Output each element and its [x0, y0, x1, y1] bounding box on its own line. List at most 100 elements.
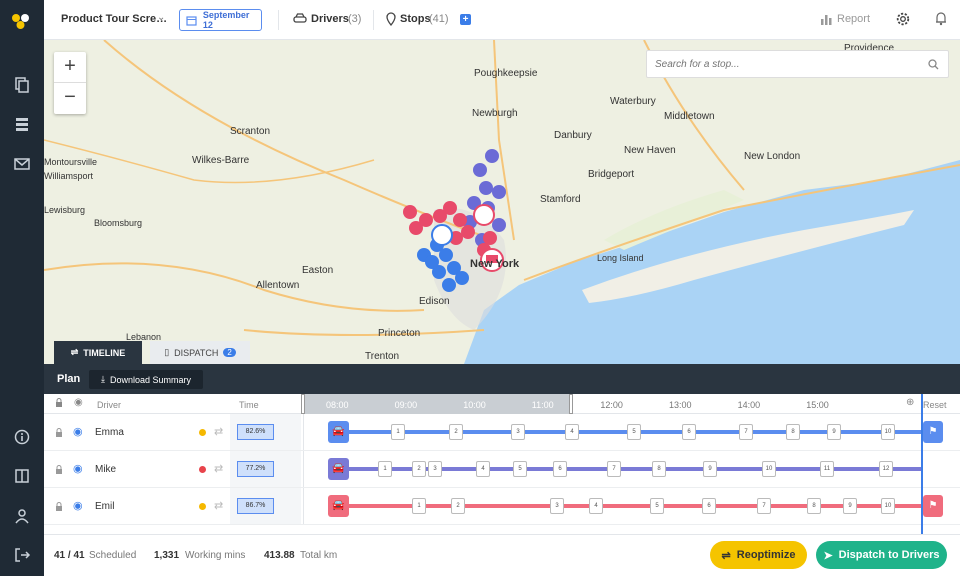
book-icon[interactable] — [13, 467, 31, 485]
eye-icon[interactable]: ◉ — [73, 499, 83, 512]
stack-icon[interactable] — [13, 115, 31, 133]
stop-box[interactable]: 9 — [843, 498, 857, 514]
utilization-badge: 86.7% — [237, 498, 274, 514]
lock-icon[interactable] — [55, 398, 63, 408]
reoptimize-button[interactable]: ⇌ Reoptimize — [710, 541, 807, 569]
sliders-icon: ⇌ — [721, 549, 731, 562]
send-icon: ➤ — [823, 549, 833, 562]
map[interactable]: Poughkeepsie Providence Scranton Newburg… — [44, 40, 960, 364]
scheduled-label: Scheduled — [89, 550, 137, 561]
driver-name: Emma — [95, 427, 124, 438]
top-bar: Product Tour Scre… ⌄ September 12 Driver… — [44, 0, 960, 40]
bell-icon[interactable] — [935, 11, 947, 26]
stop-box[interactable]: 4 — [565, 424, 579, 440]
stop-box[interactable]: 9 — [827, 424, 841, 440]
footer: 41 / 41 Scheduled 1,331 Working mins 413… — [44, 534, 960, 576]
mail-icon[interactable] — [13, 155, 31, 173]
search-icon[interactable] — [928, 59, 939, 70]
drivers-tab[interactable]: Drivers — [311, 13, 349, 25]
user-icon[interactable] — [13, 507, 31, 525]
car-icon[interactable]: 🚘 — [328, 495, 349, 517]
zoom-in-button[interactable]: + — [54, 52, 86, 83]
reset-button[interactable]: Reset — [923, 400, 947, 410]
stop-box[interactable]: 10 — [881, 498, 895, 514]
stop-box[interactable]: 1 — [378, 461, 392, 477]
stop-box[interactable]: 10 — [881, 424, 895, 440]
stop-box[interactable]: 4 — [476, 461, 490, 477]
stop-box[interactable]: 3 — [550, 498, 564, 514]
zoom-out-button[interactable]: − — [54, 83, 86, 114]
swap-icon[interactable]: ⇄ — [214, 462, 223, 475]
zoom-icon[interactable]: ⊕ — [906, 397, 914, 408]
pin-icon — [386, 12, 396, 26]
stop-box[interactable]: 5 — [513, 461, 527, 477]
tab-dispatch[interactable]: ▯ DISPATCH 2 — [150, 341, 250, 364]
stop-box[interactable]: 3 — [511, 424, 525, 440]
stop-box[interactable]: 6 — [702, 498, 716, 514]
stop-box[interactable]: 8 — [807, 498, 821, 514]
km-value: 413.88 — [264, 550, 295, 561]
window-end-handle[interactable] — [569, 394, 573, 414]
eye-icon[interactable]: ◉ — [74, 397, 83, 408]
stop-box[interactable]: 10 — [762, 461, 776, 477]
stop-box[interactable]: 12 — [879, 461, 893, 477]
date-label: September 12 — [202, 10, 250, 30]
stop-box[interactable]: 7 — [607, 461, 621, 477]
eye-icon[interactable]: ◉ — [73, 462, 83, 475]
swap-icon[interactable]: ⇄ — [214, 499, 223, 512]
report-button[interactable]: Report — [837, 13, 870, 25]
stop-box[interactable]: 5 — [650, 498, 664, 514]
logo-icon[interactable] — [10, 12, 32, 35]
window-start-handle[interactable] — [301, 394, 305, 414]
stop-box[interactable]: 9 — [703, 461, 717, 477]
tab-timeline[interactable]: ⇌ TIMELINE — [54, 341, 142, 364]
lock-icon[interactable] — [55, 465, 63, 475]
date-picker[interactable]: September 12 — [179, 9, 262, 31]
gear-icon[interactable] — [896, 12, 910, 26]
stop-box[interactable]: 1 — [391, 424, 405, 440]
zoom-control: + − — [54, 52, 86, 114]
stop-box[interactable]: 2 — [449, 424, 463, 440]
swap-icon[interactable]: ⇄ — [214, 425, 223, 438]
lock-icon[interactable] — [55, 428, 63, 438]
stop-box[interactable]: 8 — [786, 424, 800, 440]
stop-box[interactable]: 2 — [412, 461, 426, 477]
driver-name: Mike — [95, 464, 117, 475]
stop-box[interactable]: 7 — [757, 498, 771, 514]
plan-title: Plan — [57, 373, 81, 385]
download-summary-button[interactable]: ⤓ Download Summary — [89, 370, 203, 389]
flag-icon[interactable]: ⚑ — [923, 421, 943, 443]
logout-icon[interactable] — [13, 546, 31, 564]
current-time-line — [921, 394, 923, 534]
lock-icon[interactable] — [55, 502, 63, 512]
stops-tab[interactable]: Stops — [400, 13, 431, 25]
eye-icon[interactable]: ◉ — [73, 425, 83, 438]
car-icon[interactable]: 🚘 — [328, 458, 349, 480]
sliders-icon: ⇌ — [70, 347, 79, 357]
info-icon[interactable] — [13, 428, 31, 446]
stop-box[interactable]: 7 — [739, 424, 753, 440]
stop-box[interactable]: 6 — [682, 424, 696, 440]
hour-label: 11:00 — [531, 400, 554, 410]
hour-label: 10:00 — [463, 400, 486, 410]
stop-box[interactable]: 4 — [589, 498, 603, 514]
car-icon[interactable]: 🚘 — [328, 421, 349, 443]
hour-label: 08:00 — [326, 400, 349, 410]
stop-box[interactable]: 3 — [428, 461, 442, 477]
add-stop-button[interactable]: + — [460, 14, 471, 25]
scheduled-value: 41 / 41 — [54, 550, 85, 561]
stop-box[interactable]: 8 — [652, 461, 666, 477]
flag-icon[interactable]: ⚑ — [923, 495, 943, 517]
project-name[interactable]: Product Tour Scre… — [61, 13, 167, 25]
chevron-down-icon[interactable]: ⌄ — [157, 12, 165, 23]
stop-box[interactable]: 6 — [553, 461, 567, 477]
stop-box[interactable]: 1 — [412, 498, 426, 514]
search-input[interactable] — [647, 51, 927, 77]
table-row: ◉ Emma ⇄ 82.6% 🚘 1 2 3 4 5 6 7 8 9 10 ⚑ — [44, 414, 960, 451]
dispatch-button[interactable]: ➤ Dispatch to Drivers — [816, 541, 947, 569]
copy-icon[interactable] — [13, 76, 31, 94]
stop-box[interactable]: 5 — [627, 424, 641, 440]
stop-box[interactable]: 11 — [820, 461, 834, 477]
stop-box[interactable]: 2 — [451, 498, 465, 514]
car-icon — [293, 13, 307, 23]
